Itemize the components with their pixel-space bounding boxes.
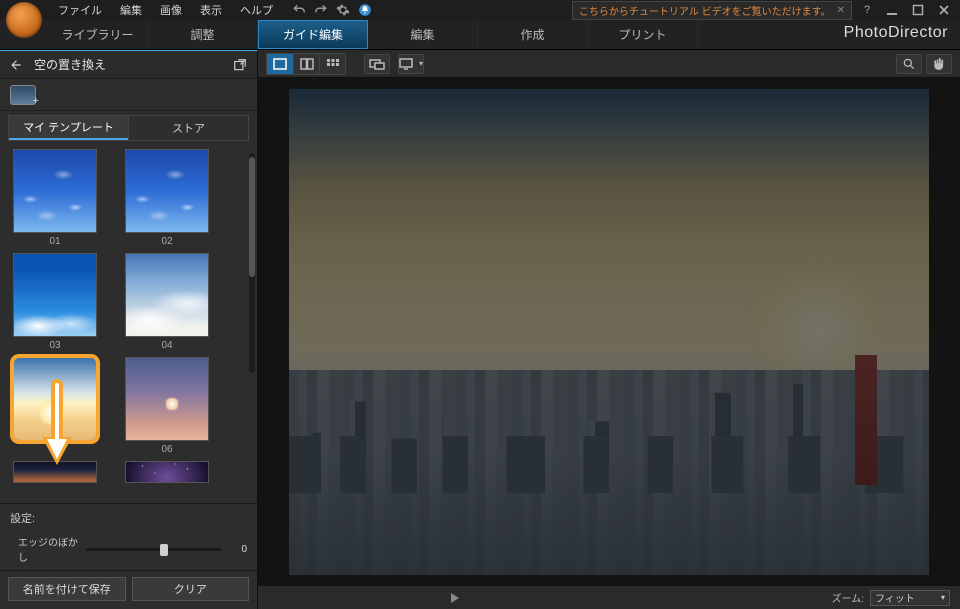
app-name: PhotoDirector <box>844 24 948 42</box>
app-logo <box>6 2 42 38</box>
mode-tab-adjust[interactable]: 調整 <box>148 20 258 49</box>
zoom-tool-icon[interactable] <box>896 54 922 74</box>
thumb-label: 04 <box>161 340 172 351</box>
sky-template-07[interactable] <box>10 461 100 483</box>
window-maximize-icon[interactable] <box>906 2 930 18</box>
view-grid-icon[interactable] <box>319 54 345 74</box>
menu-file[interactable]: ファイル <box>50 0 110 20</box>
zoom-value: フィット <box>875 590 915 605</box>
mode-tab-create[interactable]: 作成 <box>478 20 588 49</box>
sky-template-04[interactable]: 04 <box>122 253 212 351</box>
tab-my-templates[interactable]: マイ テンプレート <box>9 116 128 140</box>
slider-value: 0 <box>227 544 247 555</box>
settings-label: 設定: <box>0 503 257 530</box>
mode-tab-edit[interactable]: 編集 <box>368 20 478 49</box>
panel-footer: 名前を付けて保存 クリア <box>0 570 257 609</box>
slider-thumb[interactable] <box>160 544 168 556</box>
add-sky-icon[interactable]: + <box>10 85 36 105</box>
thumb-label: 05 <box>49 444 60 455</box>
scrollbar[interactable] <box>249 153 255 373</box>
zoom-select[interactable]: フィット ▾ <box>870 590 950 606</box>
panel-header: 空の置き換え <box>0 51 257 79</box>
menu-image[interactable]: 画像 <box>152 0 190 20</box>
help-icon[interactable]: ? <box>858 4 876 16</box>
sky-template-01[interactable]: 01 <box>10 149 100 247</box>
sky-template-02[interactable]: 02 <box>122 149 212 247</box>
chevron-down-icon: ▾ <box>941 593 945 602</box>
mode-tab-guided[interactable]: ガイド編集 <box>258 20 368 49</box>
template-tabs: マイ テンプレート ストア <box>8 115 249 141</box>
save-as-button[interactable]: 名前を付けて保存 <box>8 577 126 601</box>
preview-canvas[interactable] <box>289 89 929 575</box>
zoom-label: ズーム: <box>832 590 864 605</box>
sky-template-08[interactable] <box>122 461 212 483</box>
clear-button[interactable]: クリア <box>132 577 250 601</box>
tab-store[interactable]: ストア <box>128 116 248 140</box>
mode-tabs: ライブラリー 調整 ガイド編集 編集 作成 プリント PhotoDirector <box>0 20 960 50</box>
panel-title: 空の置き換え <box>34 56 221 73</box>
close-icon[interactable]: ✕ <box>837 5 845 16</box>
menu-view[interactable]: 表示 <box>192 0 230 20</box>
slider-track[interactable] <box>86 548 221 551</box>
titlebar: ファイル 編集 画像 表示 ヘルプ こちらからチュートリアル ビデオをご覧いただ… <box>0 0 960 20</box>
viewer-toolbar: ▾ <box>258 50 960 78</box>
redo-icon[interactable] <box>313 2 329 18</box>
tutorial-banner-text: こちらからチュートリアル ビデオをご覧いただけます。 <box>579 3 831 18</box>
sky-template-03[interactable]: 03 <box>10 253 100 351</box>
sky-template-06[interactable]: 06 <box>122 357 212 455</box>
mode-tab-library[interactable]: ライブラリー <box>48 20 148 49</box>
settings-gear-icon[interactable] <box>335 2 351 18</box>
notification-bell-icon[interactable] <box>357 2 373 18</box>
view-compare-icon[interactable] <box>293 54 319 74</box>
template-thumbnails: 01 02 03 04 05 <box>0 147 257 503</box>
view-single-icon[interactable] <box>267 54 293 74</box>
undo-icon[interactable] <box>291 2 307 18</box>
viewer: ▾ ズーム: <box>258 50 960 609</box>
window-minimize-icon[interactable] <box>880 2 904 18</box>
thumb-label: 03 <box>49 340 60 351</box>
thumb-label: 01 <box>49 236 60 247</box>
window-close-icon[interactable] <box>932 2 956 18</box>
edge-feather-slider[interactable]: エッジのぼかし 0 <box>0 530 257 570</box>
thumb-label: 02 <box>161 236 172 247</box>
menubar: ファイル 編集 画像 表示 ヘルプ <box>4 0 281 20</box>
pan-hand-icon[interactable] <box>926 54 952 74</box>
tutorial-banner[interactable]: こちらからチュートリアル ビデオをご覧いただけます。 ✕ <box>572 1 852 20</box>
back-arrow-icon[interactable] <box>6 55 26 75</box>
panel-popout-icon[interactable] <box>229 54 251 76</box>
display-dropdown-icon[interactable]: ▾ <box>398 54 424 74</box>
sky-template-05[interactable]: 05 <box>10 357 100 455</box>
menu-edit[interactable]: 編集 <box>112 0 150 20</box>
left-panel: 空の置き換え + マイ テンプレート ストア 01 02 <box>0 50 258 609</box>
mode-tab-print[interactable]: プリント <box>588 20 698 49</box>
viewer-footer: ズーム: フィット ▾ <box>258 585 960 609</box>
thumb-label: 06 <box>161 444 172 455</box>
secondary-display-icon[interactable] <box>364 54 390 74</box>
menu-help[interactable]: ヘルプ <box>232 0 281 20</box>
slider-label: エッジのぼかし <box>18 534 80 564</box>
play-icon[interactable] <box>451 593 459 603</box>
